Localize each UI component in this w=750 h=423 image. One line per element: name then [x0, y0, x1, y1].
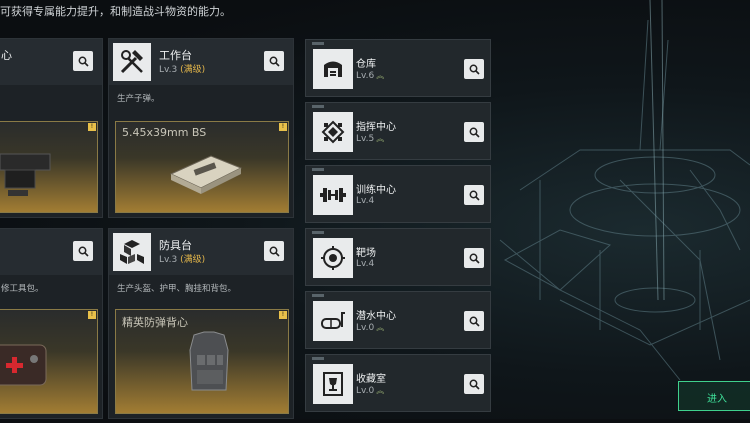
target-icon	[313, 238, 353, 278]
weapon-part-image	[0, 153, 51, 196]
facility-description: 生产子弹。	[117, 94, 160, 104]
facility-row-collection-room[interactable]: 收藏室 Lv.0 ︽	[305, 354, 491, 412]
magnifier-icon	[269, 246, 280, 257]
magnifier-icon	[469, 316, 480, 327]
item-preview[interactable]: 精英防弹背心 !	[115, 309, 289, 414]
warehouse-icon	[313, 49, 353, 89]
facility-title: 收藏室	[356, 374, 386, 385]
facility-level: Lv.3 (满级)	[159, 255, 206, 265]
facility-title: 工作台	[159, 49, 192, 62]
search-button[interactable]	[464, 374, 484, 394]
upgrade-chevron-icon: ︽	[376, 71, 385, 80]
magnifier-icon	[469, 64, 480, 75]
facility-title: 指挥中心	[356, 122, 396, 133]
facility-row-diving-center[interactable]: 潜水中心 Lv.0 ︽	[305, 291, 491, 349]
search-button[interactable]	[73, 241, 93, 261]
command-center-icon	[313, 112, 353, 152]
armor-crates-icon	[113, 233, 151, 271]
item-preview[interactable]: 5.45x39mm BS !	[115, 121, 289, 213]
hint-text: 可获得专属能力提升，和制造战斗物资的能力。	[0, 5, 231, 18]
facility-title: 防具台	[159, 239, 192, 252]
trophy-icon	[313, 364, 353, 404]
facility-row-training-center[interactable]: 训练中心 Lv.4	[305, 165, 491, 223]
wrench-hammer-icon	[113, 43, 151, 81]
alert-badge: !	[279, 311, 287, 319]
item-name: 精英防弹背心	[122, 316, 188, 329]
search-button[interactable]	[464, 311, 484, 331]
facility-description: 生产头盔、护甲、胸挂和背包。	[117, 284, 237, 294]
facility-row-warehouse[interactable]: 仓库 Lv.6 ︽	[305, 39, 491, 97]
enter-button[interactable]: 进入	[678, 381, 750, 411]
ammo-box-image	[169, 155, 243, 194]
alert-badge: !	[88, 123, 96, 131]
search-button[interactable]	[464, 59, 484, 79]
facility-title: 训练中心	[356, 185, 396, 196]
item-preview[interactable]: !	[0, 121, 98, 213]
facility-level: Lv.5 ︽	[356, 134, 385, 144]
search-button[interactable]	[464, 248, 484, 268]
item-preview[interactable]: !	[0, 309, 98, 414]
magnifier-icon	[78, 56, 89, 67]
facility-title: 仓库	[356, 59, 376, 70]
upgrade-chevron-icon: ︽	[376, 386, 385, 395]
upgrade-chevron-icon: ︽	[376, 323, 385, 332]
facility-level: Lv.6 ︽	[356, 71, 385, 81]
magnifier-icon	[269, 56, 280, 67]
facility-card-left-top[interactable]: 心 !	[0, 38, 103, 218]
dumbbell-icon	[313, 175, 353, 215]
facility-level: Lv.0 ︽	[356, 323, 385, 333]
magnifier-icon	[469, 379, 480, 390]
magnifier-icon	[469, 253, 480, 264]
magnifier-icon	[469, 190, 480, 201]
search-button[interactable]	[264, 51, 284, 71]
magnifier-icon	[78, 246, 89, 257]
upgrade-chevron-icon: ︽	[376, 134, 385, 143]
facility-title: 心	[1, 49, 12, 62]
alert-badge: !	[279, 123, 287, 131]
vest-image	[189, 331, 229, 391]
facility-title: 潜水中心	[356, 311, 396, 322]
alert-badge: !	[88, 311, 96, 319]
medkit-image	[0, 344, 47, 386]
search-button[interactable]	[264, 241, 284, 261]
magnifier-icon	[469, 127, 480, 138]
facility-level: Lv.0 ︽	[356, 386, 385, 396]
facility-card-workbench[interactable]: 工作台 Lv.3 (满级) 生产子弹。 5.45x39mm BS !	[108, 38, 294, 218]
facility-card-armor-bench[interactable]: 防具台 Lv.3 (满级) 生产头盔、护甲、胸挂和背包。 精英防弹背心 !	[108, 228, 294, 419]
facility-description: 修工具包。	[1, 284, 44, 294]
facility-row-command-center[interactable]: 指挥中心 Lv.5 ︽	[305, 102, 491, 160]
item-name: 5.45x39mm BS	[122, 126, 207, 139]
diving-mask-icon	[313, 301, 353, 341]
facility-title: 靶场	[356, 248, 376, 259]
search-button[interactable]	[73, 51, 93, 71]
search-button[interactable]	[464, 122, 484, 142]
facility-card-left-bottom[interactable]: 修工具包。 !	[0, 228, 103, 419]
search-button[interactable]	[464, 185, 484, 205]
facility-level: Lv.4	[356, 259, 375, 269]
facility-level: Lv.3 (满级)	[159, 65, 206, 75]
facility-level: Lv.4	[356, 196, 375, 206]
facility-row-shooting-range[interactable]: 靶场 Lv.4	[305, 228, 491, 286]
